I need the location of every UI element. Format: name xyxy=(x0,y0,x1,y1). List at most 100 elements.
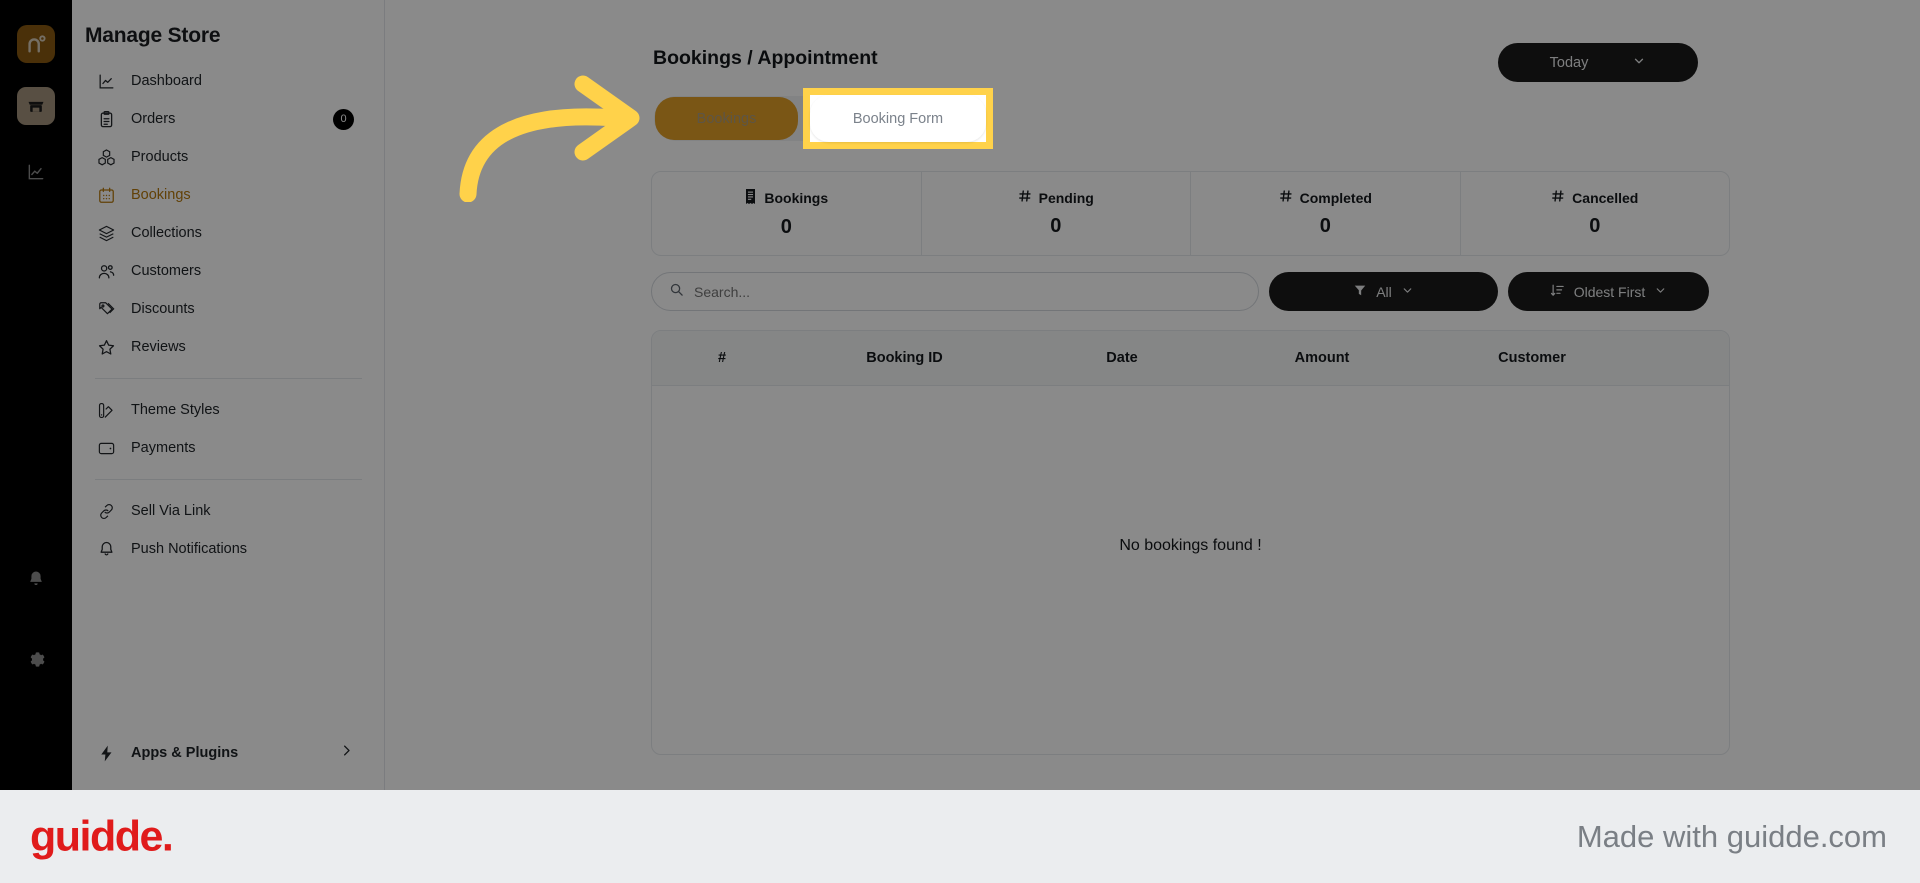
sidebar-item-products[interactable]: Products xyxy=(85,138,362,176)
sidebar-title: Manage Store xyxy=(85,24,221,47)
sidebar-item-apps-plugins[interactable]: Apps & Plugins xyxy=(85,734,362,772)
sidebar-divider-1 xyxy=(95,378,362,379)
rail-analytics-icon[interactable] xyxy=(17,153,55,191)
stat-label: Cancelled xyxy=(1572,189,1639,206)
sidebar-item-label: Orders xyxy=(131,111,176,127)
sidebar-item-dashboard[interactable]: Dashboard xyxy=(85,62,362,100)
sidebar-item-label: Discounts xyxy=(131,301,195,317)
guidde-logo: guidde. xyxy=(30,812,174,860)
stat-label: Bookings xyxy=(764,189,829,206)
rail-notifications-icon[interactable] xyxy=(17,560,55,598)
booking-stats-row: Bookings 0 Pending 0 Completed 0 Cancell… xyxy=(651,171,1730,256)
guidde-footer: guidde. Made with guidde.com xyxy=(0,790,1920,883)
search-input[interactable] xyxy=(694,283,1241,300)
hash-icon xyxy=(1279,189,1293,206)
sidebar-item-bookings[interactable]: Bookings xyxy=(85,176,362,214)
rail-bottom-group xyxy=(0,560,72,790)
chevron-down-icon xyxy=(1654,284,1667,300)
column-header-date: Date xyxy=(1106,350,1138,366)
stat-card-cancelled: Cancelled 0 xyxy=(1461,172,1730,255)
clipboard-icon xyxy=(95,108,117,130)
stat-value: 0 xyxy=(1319,215,1331,237)
sidebar-item-reviews[interactable]: Reviews xyxy=(85,328,362,366)
sidebar-item-label: Dashboard xyxy=(131,73,202,89)
filter-all-button[interactable]: All xyxy=(1269,272,1498,311)
bell-icon xyxy=(95,538,117,560)
column-header-number: # xyxy=(717,350,727,366)
stat-value: 0 xyxy=(1050,215,1062,237)
boxes-icon xyxy=(95,146,117,168)
line-chart-icon xyxy=(95,70,117,92)
hash-icon xyxy=(1551,189,1565,206)
sort-descending-icon xyxy=(1550,283,1565,301)
sidebar-item-label: Push Notifications xyxy=(131,541,248,557)
sidebar-item-push-notifications[interactable]: Push Notifications xyxy=(85,530,362,568)
orders-count-badge: 0 xyxy=(333,108,354,130)
stat-value: 0 xyxy=(780,215,792,238)
table-header-row: # Booking ID Date Amount Customer xyxy=(652,331,1729,386)
today-date-range-button[interactable]: Today xyxy=(1498,43,1698,82)
guidde-tagline: Made with guidde.com xyxy=(1576,818,1887,854)
stat-header: Completed xyxy=(1279,189,1372,206)
column-header-booking-id: Booking ID xyxy=(866,350,943,366)
sidebar-item-label: Reviews xyxy=(131,339,186,355)
sidebar-item-label: Customers xyxy=(131,263,202,279)
users-icon xyxy=(95,260,117,282)
sidebar-item-payments[interactable]: Payments xyxy=(85,429,362,467)
stat-header: Bookings xyxy=(744,188,829,207)
sidebar-item-theme-styles[interactable]: Theme Styles xyxy=(85,391,362,429)
stat-card-completed: Completed 0 xyxy=(1191,172,1461,255)
sidebar-item-label: Bookings xyxy=(131,187,191,203)
sidebar-item-label: Payments xyxy=(131,440,196,456)
application-window: Manage Store Dashboard Orders 0 Products… xyxy=(0,0,1920,790)
table-empty-state: No bookings found ! xyxy=(1119,537,1262,554)
wallet-icon xyxy=(95,437,117,459)
highlighted-active-tab-bookings[interactable]: Bookings xyxy=(655,97,798,140)
column-header-customer: Customer xyxy=(1498,350,1566,366)
link-icon xyxy=(95,500,117,522)
stat-header: Pending xyxy=(1018,189,1094,206)
hash-icon xyxy=(1018,189,1032,206)
stat-card-pending: Pending 0 xyxy=(922,172,1191,255)
column-header-amount: Amount xyxy=(1294,350,1350,366)
funnel-icon xyxy=(1353,283,1367,300)
filter-button-label: All xyxy=(1376,283,1392,300)
search-filter-row: All Oldest First xyxy=(651,272,1730,311)
sidebar-item-label: Theme Styles xyxy=(131,402,220,418)
sidebar-item-collections[interactable]: Collections xyxy=(85,214,362,252)
sidebar-divider-2 xyxy=(95,479,362,480)
sort-button-label: Oldest First xyxy=(1573,283,1646,300)
receipt-icon xyxy=(744,188,757,207)
stat-header: Cancelled xyxy=(1551,189,1638,206)
nuvio-logo-icon[interactable] xyxy=(17,25,55,63)
highlighted-tab-booking-form[interactable]: Booking Form xyxy=(810,95,986,142)
sidebar-item-orders[interactable]: Orders 0 xyxy=(85,100,362,138)
sidebar-item-discounts[interactable]: Discounts xyxy=(85,290,362,328)
sidebar-nav-group-1: Dashboard Orders 0 Products Bookings Col… xyxy=(72,62,384,568)
icon-rail xyxy=(0,0,72,790)
tag-icon xyxy=(95,298,117,320)
sidebar-item-sell-via-link[interactable]: Sell Via Link xyxy=(85,492,362,530)
screen-root: Manage Store Dashboard Orders 0 Products… xyxy=(0,0,1920,883)
sort-order-button[interactable]: Oldest First xyxy=(1508,272,1709,311)
chevron-down-icon xyxy=(1632,54,1646,72)
stat-label: Pending xyxy=(1038,189,1094,206)
layers-icon xyxy=(95,222,117,244)
calendar-icon xyxy=(95,184,117,206)
page-title: Bookings / Appointment xyxy=(653,47,878,69)
sidebar-item-label: Sell Via Link xyxy=(131,503,211,519)
booking-form-tab-highlight: Booking Form xyxy=(803,88,993,149)
sidebar-item-label: Products xyxy=(131,149,189,165)
palette-icon xyxy=(95,399,117,421)
today-button-label: Today xyxy=(1549,54,1589,71)
sidebar-item-customers[interactable]: Customers xyxy=(85,252,362,290)
search-icon xyxy=(669,282,684,302)
rail-settings-icon[interactable] xyxy=(17,640,55,678)
rail-store-tile[interactable] xyxy=(17,87,55,125)
bolt-icon xyxy=(95,742,117,764)
chevron-down-icon xyxy=(1401,284,1414,300)
chevron-right-icon xyxy=(339,743,354,763)
search-box[interactable] xyxy=(651,272,1259,311)
sidebar-item-label: Apps & Plugins xyxy=(131,745,239,761)
star-icon xyxy=(95,336,117,358)
